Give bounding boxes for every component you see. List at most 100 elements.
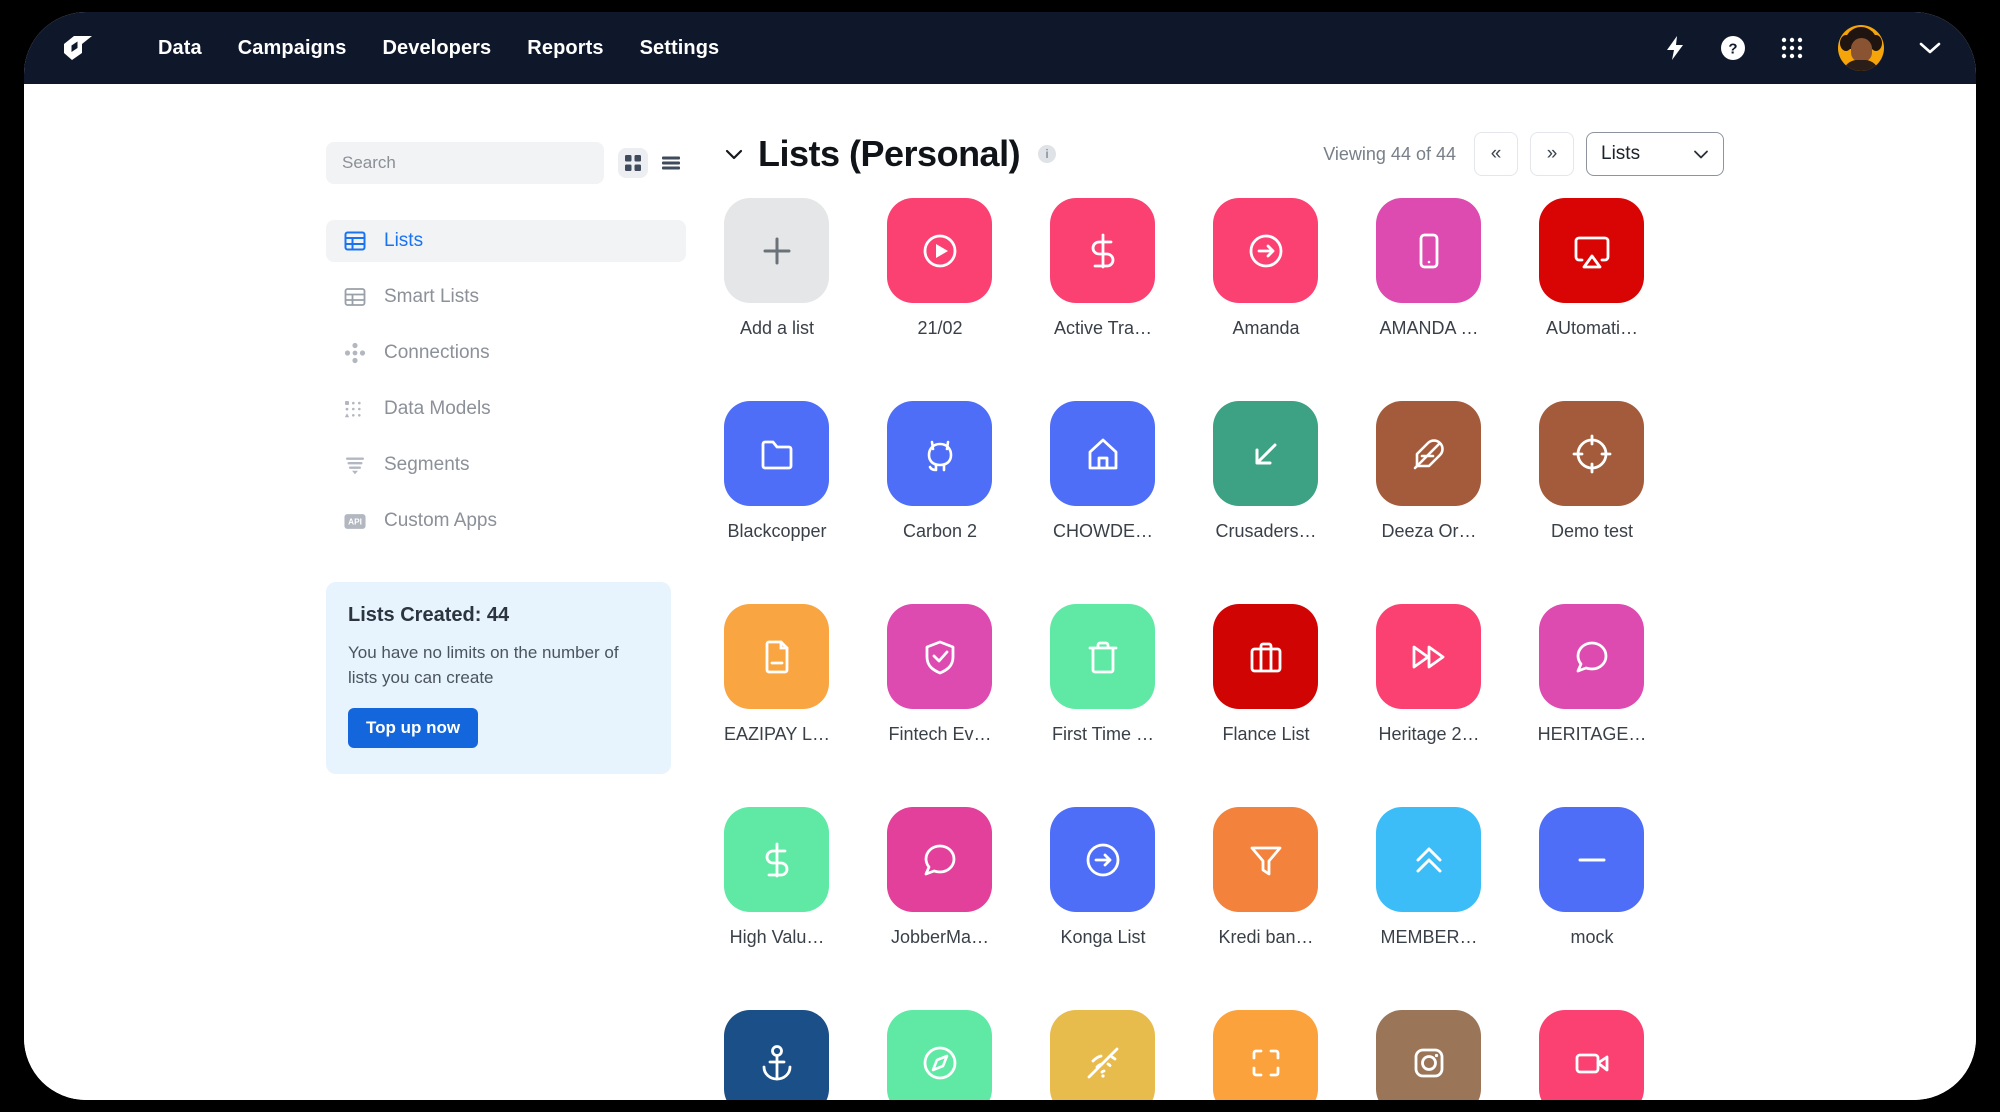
lists-grid: Add a list 21/02 Active Tra… Amanda AMANDA …… — [724, 198, 1724, 1100]
list-tile-label: 21/02 — [917, 318, 963, 338]
list-tile[interactable]: Carbon 2 — [887, 401, 992, 542]
app-window: Data Campaigns Developers Reports Settin… — [24, 12, 1976, 1100]
home-icon — [1050, 401, 1155, 506]
sidebar-item-label: Custom Apps — [384, 510, 497, 531]
brand-logo-icon[interactable] — [54, 28, 102, 68]
list-tile[interactable]: Heritage 2… — [1376, 604, 1481, 745]
add-a-list-tile[interactable]: Add a list — [724, 198, 829, 339]
list-tile[interactable]: AMANDA … — [1376, 198, 1481, 339]
list-type-select[interactable]: Lists — [1586, 132, 1724, 176]
svg-text:?: ? — [1728, 41, 1737, 58]
airplay-icon — [1539, 198, 1644, 303]
play-circle-icon — [887, 198, 992, 303]
github-cat-icon — [887, 401, 992, 506]
list-tile-label: High Valu… — [729, 927, 825, 947]
list-tile[interactable]: Fintech Ev… — [887, 604, 992, 745]
list-tile[interactable]: JobberMa… — [887, 807, 992, 948]
main-header: Lists (Personal) i Viewing 44 of 44 « » … — [724, 126, 1724, 182]
list-tile[interactable]: Flance List — [1213, 604, 1318, 745]
search-row — [326, 142, 686, 184]
list-tile-label: Blackcopper — [727, 521, 827, 541]
list-tile[interactable]: Amanda — [1213, 198, 1318, 339]
list-tile[interactable]: AUtomati… — [1539, 198, 1644, 339]
svg-text:API: API — [348, 517, 362, 526]
viewing-count: Viewing 44 of 44 — [1323, 143, 1456, 164]
info-icon[interactable]: i — [1038, 145, 1057, 163]
lightning-bolt-icon[interactable] — [1664, 35, 1686, 61]
sidebar: Lists Smart Lists — [326, 142, 686, 775]
chevron-down-icon[interactable] — [724, 147, 744, 161]
sidebar-item-label: Lists — [384, 230, 424, 251]
list-view-icon[interactable] — [656, 148, 686, 178]
top-nav-actions: ? — [1664, 25, 1942, 71]
prev-page-button[interactable]: « — [1474, 132, 1518, 176]
file-minus-icon — [724, 604, 829, 709]
list-tile-label: Active Tra… — [1053, 318, 1153, 338]
sidebar-item-custom-apps[interactable]: API Custom Apps — [326, 500, 686, 542]
message-circle-icon — [1539, 604, 1644, 709]
fast-forward-icon — [1376, 604, 1481, 709]
list-tile[interactable]: Demo test — [1539, 401, 1644, 542]
next-page-button[interactable]: » — [1530, 132, 1574, 176]
chevron-down-icon — [1694, 150, 1708, 158]
folder-icon — [724, 401, 829, 506]
nav-link-settings[interactable]: Settings — [640, 37, 720, 60]
list-tile[interactable]: MEMBER… — [1376, 807, 1481, 948]
page-body: Lists Smart Lists — [24, 84, 1976, 1100]
list-tile[interactable] — [1376, 1010, 1481, 1100]
sidebar-item-lists[interactable]: Lists — [326, 220, 686, 262]
briefcase-icon — [1213, 604, 1318, 709]
sidebar-item-segments[interactable]: Segments — [326, 444, 686, 486]
nav-link-data[interactable]: Data — [158, 37, 202, 60]
list-tile[interactable]: EAZIPAY L… — [724, 604, 830, 745]
chevron-down-icon[interactable] — [1918, 40, 1942, 56]
list-tile[interactable]: CHOWDE… — [1050, 401, 1155, 542]
list-tile-label: JobberMa… — [890, 927, 990, 947]
avatar[interactable] — [1838, 25, 1884, 71]
list-tile[interactable]: Deeza Or… — [1376, 401, 1481, 542]
list-tile[interactable]: Crusaders… — [1213, 401, 1318, 542]
list-tile-label: Heritage 2… — [1378, 724, 1480, 744]
segments-icon — [344, 454, 366, 476]
list-tile[interactable] — [1050, 1010, 1155, 1100]
arrow-right-circle-icon — [1050, 807, 1155, 912]
list-tile[interactable] — [887, 1010, 992, 1100]
avatar-art — [1851, 38, 1872, 62]
list-tile[interactable]: Kredi ban… — [1213, 807, 1318, 948]
list-tile[interactable]: High Valu… — [724, 807, 829, 948]
list-tile[interactable]: First Time … — [1050, 604, 1155, 745]
instagram-icon — [1376, 1010, 1481, 1100]
nav-link-developers[interactable]: Developers — [382, 37, 491, 60]
nav-link-campaigns[interactable]: Campaigns — [238, 37, 347, 60]
list-tile-label: Add a list — [739, 318, 815, 338]
search-input[interactable] — [326, 142, 604, 184]
dollar-icon — [1050, 198, 1155, 303]
sidebar-item-smart-lists[interactable]: Smart Lists — [326, 276, 686, 318]
plus-icon — [724, 198, 829, 303]
api-custom-apps-icon: API — [344, 510, 366, 532]
list-tile[interactable] — [724, 1010, 829, 1100]
list-tile[interactable] — [1539, 1010, 1644, 1100]
list-tile[interactable]: Active Tra… — [1050, 198, 1155, 339]
table-lists-icon — [344, 230, 366, 252]
shield-check-icon — [887, 604, 992, 709]
list-tile[interactable]: 21/02 — [887, 198, 992, 339]
apps-grid-icon[interactable] — [1780, 36, 1804, 60]
list-tile-label: Amanda — [1232, 318, 1300, 338]
nav-link-reports[interactable]: Reports — [527, 37, 603, 60]
sidebar-item-connections[interactable]: Connections — [326, 332, 686, 374]
top-up-now-button[interactable]: Top up now — [348, 708, 479, 749]
list-tile[interactable]: Blackcopper — [724, 401, 829, 542]
main-content: Lists (Personal) i Viewing 44 of 44 « » … — [724, 126, 1724, 1100]
grid-view-icon[interactable] — [618, 148, 648, 178]
help-circle-icon[interactable]: ? — [1720, 35, 1746, 61]
list-tile[interactable]: HERITAGE… — [1538, 604, 1646, 745]
list-tile[interactable]: Konga List — [1050, 807, 1155, 948]
list-tile-label: AMANDA … — [1379, 318, 1479, 338]
list-tile[interactable]: mock — [1539, 807, 1644, 948]
list-tile-label: HERITAGE… — [1537, 724, 1647, 744]
list-tile-label: mock — [1570, 927, 1614, 947]
list-tile[interactable] — [1213, 1010, 1318, 1100]
sidebar-item-data-models[interactable]: Data Models — [326, 388, 686, 430]
list-tile-label: First Time … — [1052, 724, 1154, 744]
